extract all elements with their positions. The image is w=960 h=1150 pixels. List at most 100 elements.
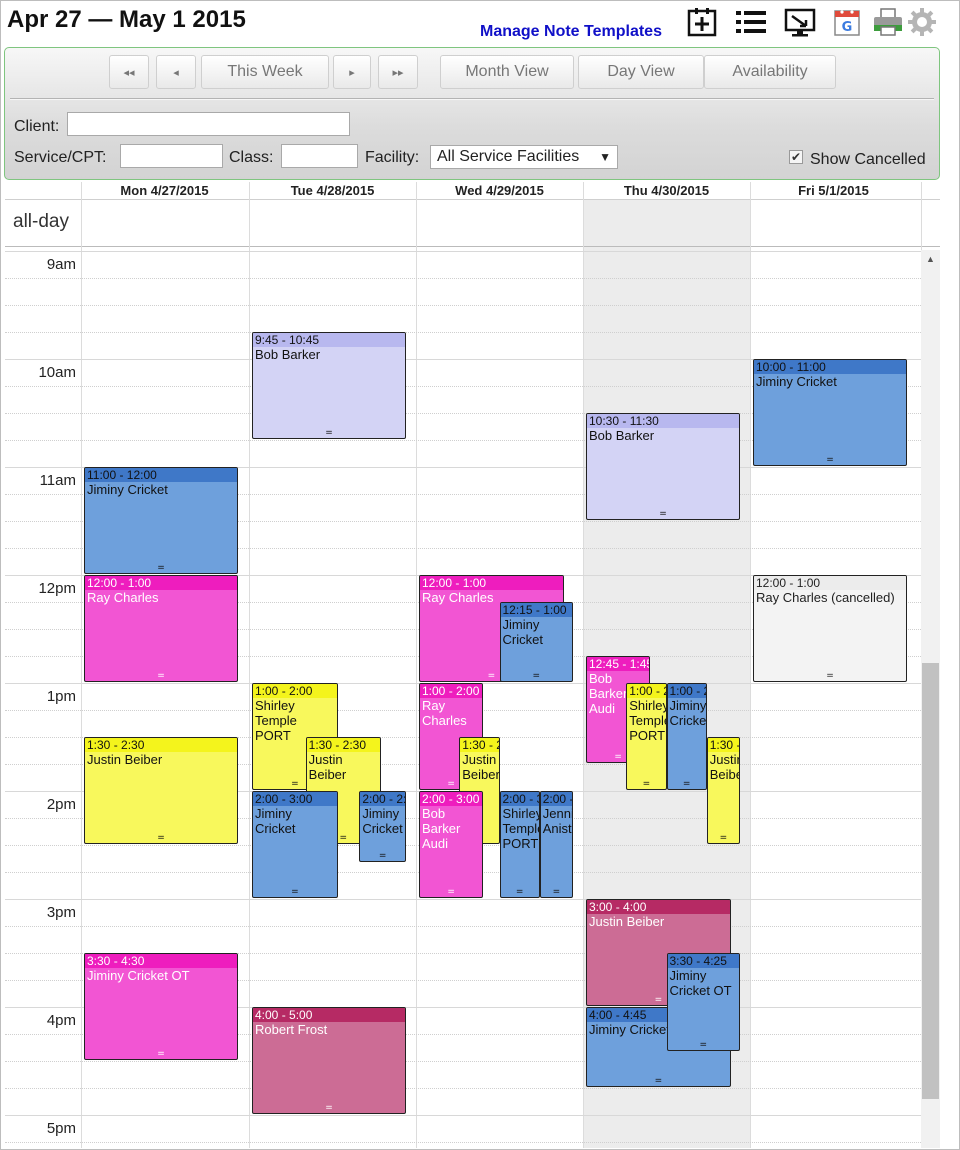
page-title: Apr 27 — May 1 2015 xyxy=(7,6,246,33)
resize-handle-icon[interactable]: = xyxy=(253,429,405,438)
event-title: Jiminy Cricket xyxy=(87,482,168,497)
resize-handle-icon[interactable]: = xyxy=(360,852,405,861)
calendar-event[interactable]: 2:00 - 3:00 Jiminy Cricket = xyxy=(252,791,338,898)
next-button[interactable]: ▸ xyxy=(333,55,371,89)
calendar-event[interactable]: 1:30 - 2:30 Justin Beiber = xyxy=(706,737,740,844)
resize-handle-icon[interactable]: = xyxy=(668,780,706,789)
day-header-0: Mon 4/27/2015 xyxy=(120,183,209,198)
resize-handle-icon[interactable]: = xyxy=(708,834,739,843)
calendar-scroll-thumb[interactable] xyxy=(922,663,939,1099)
day-header-4: Fri 5/1/2015 xyxy=(798,183,869,198)
hour-label-0: 9am xyxy=(46,256,76,273)
resize-handle-icon[interactable]: = xyxy=(85,672,237,681)
resize-handle-icon[interactable]: = xyxy=(85,1050,237,1059)
calendar-event[interactable]: 3:30 - 4:30 Jiminy Cricket OT = xyxy=(84,953,238,1060)
quarter-line xyxy=(5,305,921,306)
class-label: Class: xyxy=(229,149,274,166)
show-cancelled-label: Show Cancelled xyxy=(810,151,926,168)
event-time: 2:00 - 3:00 xyxy=(420,792,483,806)
calendar-event[interactable]: 12:00 - 1:00 Ray Charles = xyxy=(84,575,238,682)
availability-button[interactable]: Availability xyxy=(704,55,836,89)
resize-handle-icon[interactable]: = xyxy=(420,888,482,897)
all-day-label: all-day xyxy=(13,211,69,232)
event-time: 1:00 - 2:00 xyxy=(667,684,706,698)
event-title: Justin Beiber xyxy=(589,914,665,929)
event-time: 1:00 - 2:00 xyxy=(627,684,666,698)
event-title: Jiminy Cricket xyxy=(669,698,707,728)
hour-label-6: 3pm xyxy=(46,904,76,921)
calendar-event[interactable]: 2:00 - 2:40 Jiminy Cricket = xyxy=(359,791,406,863)
facility-select[interactable]: All Service Facilities ▼ xyxy=(430,145,618,169)
hour-label-5: 2pm xyxy=(46,796,76,813)
quarter-line xyxy=(5,332,921,333)
resize-handle-icon[interactable]: = xyxy=(85,564,237,573)
hour-line xyxy=(5,1115,921,1116)
column-line xyxy=(750,182,751,1148)
hour-label-4: 1pm xyxy=(46,688,76,705)
month-view-button[interactable]: Month View xyxy=(440,55,574,89)
resize-handle-icon[interactable]: = xyxy=(754,672,906,681)
list-icon[interactable] xyxy=(735,5,767,39)
calendar-event[interactable]: 2:00 - 3:00 Jennifer Aniston = xyxy=(539,791,573,898)
calendar-event[interactable]: 1:00 - 2:00 Shirley Temple PORT = xyxy=(626,683,667,790)
resize-handle-icon[interactable]: = xyxy=(668,1041,740,1050)
scroll-up-arrow-icon[interactable]: ▲ xyxy=(921,254,940,264)
day-view-button[interactable]: Day View xyxy=(578,55,704,89)
event-time: 1:00 - 2:00 xyxy=(420,684,483,698)
calendar-event[interactable]: 9:45 - 10:45 Bob Barker = xyxy=(252,332,406,439)
calendar-event[interactable]: 11:00 - 12:00 Jiminy Cricket = xyxy=(84,467,238,574)
hour-label-2: 11am xyxy=(39,472,76,489)
calendar-event[interactable]: 10:30 - 11:30 Bob Barker = xyxy=(586,413,740,520)
resize-handle-icon[interactable]: = xyxy=(587,510,739,519)
prev-prev-button[interactable]: ◂◂ xyxy=(109,55,149,89)
calendar-event[interactable]: 10:00 - 11:00 Jiminy Cricket = xyxy=(753,359,907,466)
event-title: Jiminy Cricket xyxy=(502,617,543,647)
print-icon[interactable] xyxy=(872,5,904,39)
calendar-event[interactable]: 12:15 - 1:00 Jiminy Cricket = xyxy=(499,602,573,682)
event-time: 1:30 - 2:30 xyxy=(306,738,380,752)
resize-handle-icon[interactable]: = xyxy=(85,834,237,843)
calendar-event[interactable]: 2:00 - 3:00 Shirley Temple PORT = xyxy=(499,791,540,898)
dropdown-arrow-icon: ▼ xyxy=(599,150,611,164)
resize-handle-icon[interactable]: = xyxy=(541,888,572,897)
calendar-event[interactable]: 1:00 - 2:00 Jiminy Cricket = xyxy=(666,683,707,790)
column-line xyxy=(583,182,584,1148)
toolbar-divider xyxy=(10,98,934,100)
add-note-icon[interactable] xyxy=(686,5,718,39)
show-cancelled-checkbox[interactable]: ✔ xyxy=(789,150,803,164)
event-time: 1:30 - 2:30 xyxy=(460,738,499,752)
this-week-button[interactable]: This Week xyxy=(201,55,329,89)
resize-handle-icon[interactable]: = xyxy=(253,1104,405,1113)
all-day-bottom-line xyxy=(5,246,940,247)
resize-handle-icon[interactable]: = xyxy=(587,1077,730,1086)
quarter-line xyxy=(5,926,921,927)
day-header-3: Thu 4/30/2015 xyxy=(623,183,710,198)
resize-handle-icon[interactable]: = xyxy=(501,888,539,897)
resize-handle-icon[interactable]: = xyxy=(501,672,573,681)
day-header-1: Tue 4/28/2015 xyxy=(290,183,375,198)
google-calendar-icon[interactable]: G xyxy=(832,5,864,39)
calendar-event[interactable]: 2:00 - 3:00 Bob Barker Audi = xyxy=(419,791,484,898)
event-time: 12:00 - 1:00 xyxy=(420,576,563,590)
event-time: 1:30 - 2:30 xyxy=(707,738,739,752)
calendar-event[interactable]: 3:30 - 4:25 Jiminy Cricket OT = xyxy=(666,953,740,1052)
event-time: 10:00 - 11:00 xyxy=(754,360,906,374)
calendar-event[interactable]: 12:00 - 1:00 Ray Charles (cancelled) = xyxy=(753,575,907,682)
service-input[interactable] xyxy=(120,144,223,168)
screen-icon[interactable] xyxy=(784,5,816,39)
client-label: Client: xyxy=(14,118,60,135)
event-title: Bob Barker Audi xyxy=(422,806,461,851)
event-time: 3:00 - 4:00 xyxy=(587,900,730,914)
event-title: Justin Beiber xyxy=(709,752,739,782)
prev-button[interactable]: ◂ xyxy=(156,55,196,89)
class-input[interactable] xyxy=(281,144,358,168)
resize-handle-icon[interactable]: = xyxy=(754,456,906,465)
manage-templates-link[interactable]: Manage Note Templates xyxy=(480,23,662,41)
resize-handle-icon[interactable]: = xyxy=(627,780,665,789)
next-next-button[interactable]: ▸▸ xyxy=(378,55,418,89)
calendar-event[interactable]: 1:30 - 2:30 Justin Beiber = xyxy=(84,737,238,844)
gear-icon[interactable] xyxy=(906,5,938,39)
calendar-event[interactable]: 4:00 - 5:00 Robert Frost = xyxy=(252,1007,406,1114)
client-input[interactable] xyxy=(67,112,350,136)
resize-handle-icon[interactable]: = xyxy=(253,888,337,897)
